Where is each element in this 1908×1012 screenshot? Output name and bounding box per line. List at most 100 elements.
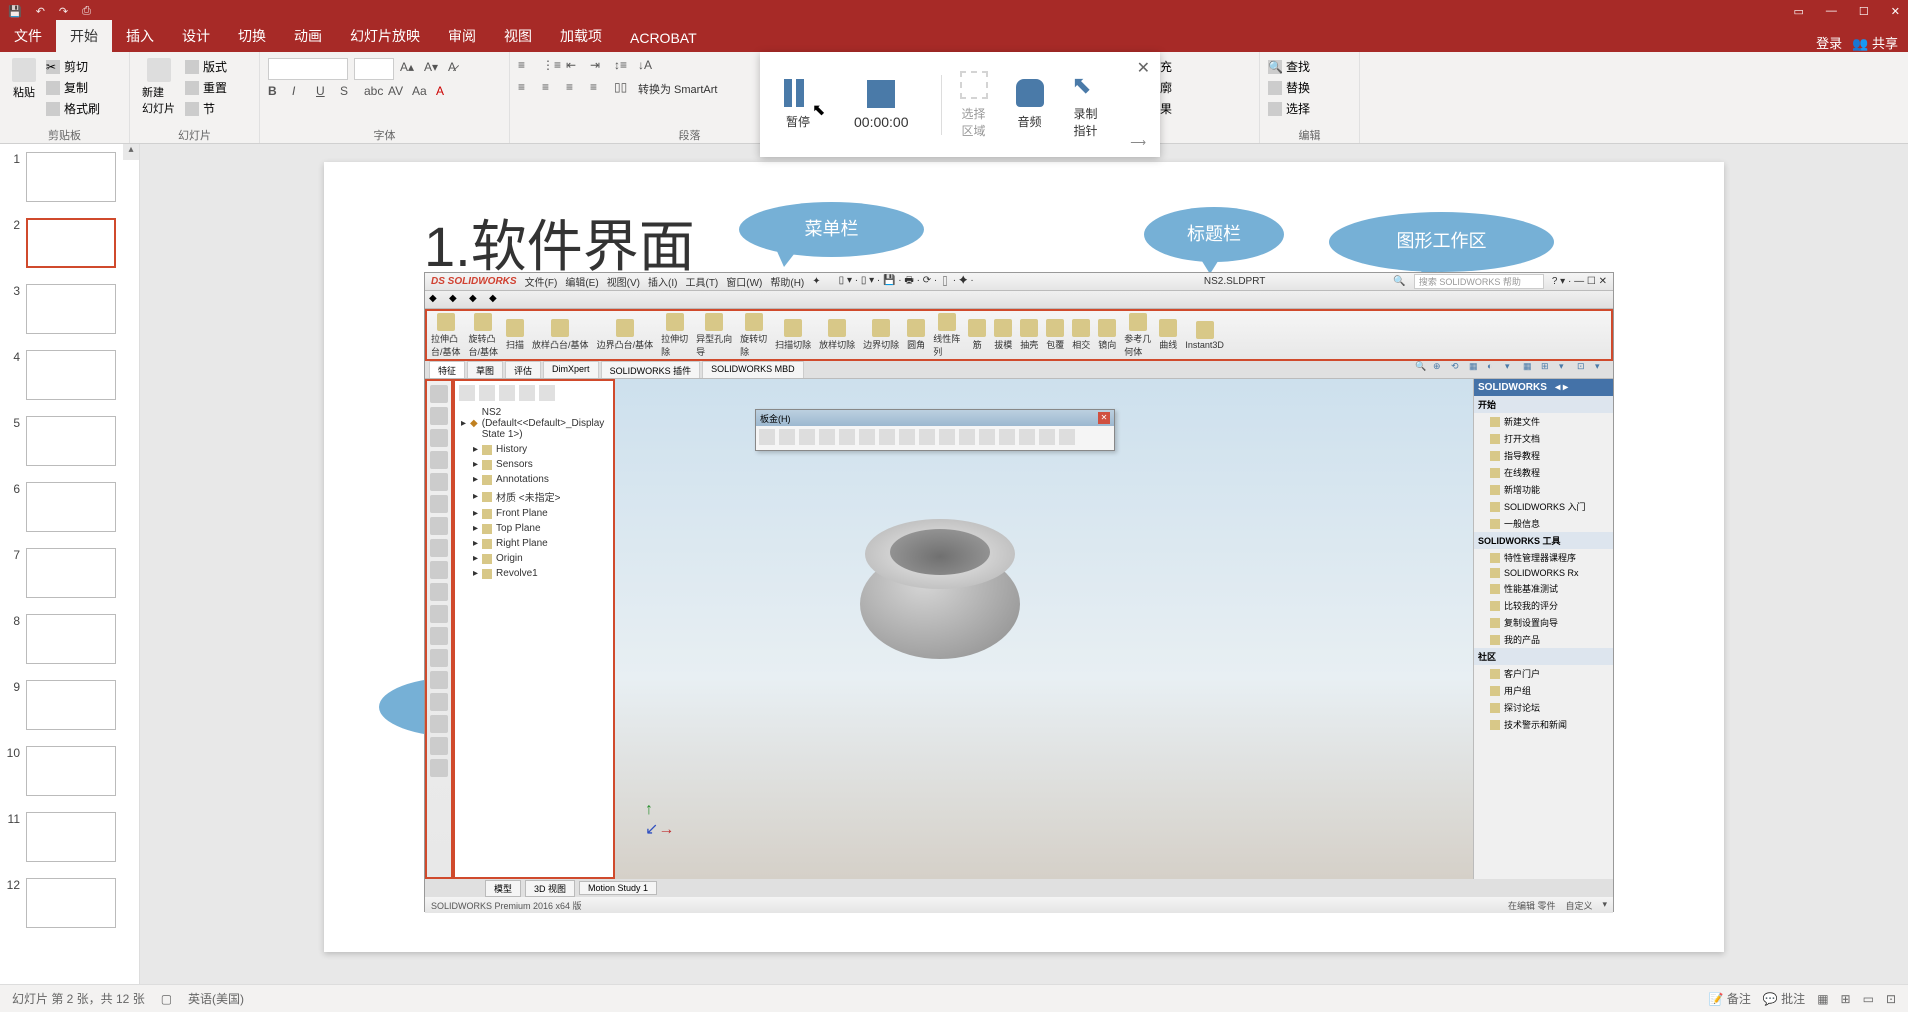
audio-button[interactable]: 音频 bbox=[1002, 71, 1058, 138]
slide-thumbnail-1[interactable]: 1 bbox=[0, 144, 139, 210]
decrease-font-icon[interactable]: A▾ bbox=[424, 60, 442, 78]
login-link[interactable]: 登录 bbox=[1816, 33, 1842, 52]
sw-feature-btn: 拉伸切 除 bbox=[661, 313, 688, 358]
slide-thumbnails-panel[interactable]: ▴ 123456789101112 bbox=[0, 144, 140, 984]
tab-design[interactable]: 设计 bbox=[168, 20, 224, 52]
record-pointer-button[interactable]: ⬉ 录制 指针 bbox=[1058, 63, 1114, 147]
language-indicator[interactable]: 英语(美国) bbox=[188, 990, 244, 1007]
callout-menubar[interactable]: 菜单栏 bbox=[739, 202, 924, 257]
bullets-icon[interactable]: ≡ bbox=[518, 58, 536, 76]
find-button[interactable]: 🔍查找 bbox=[1268, 58, 1351, 75]
slide-thumbnail-9[interactable]: 9 bbox=[0, 672, 139, 738]
slide-thumbnail-6[interactable]: 6 bbox=[0, 474, 139, 540]
sw-feature-toolbar: 拉伸凸 台/基体旋转凸 台/基体扫描放样凸台/基体边界凸台/基体拉伸切 除异型孔… bbox=[425, 309, 1613, 361]
decrease-indent-icon[interactable]: ⇤ bbox=[566, 58, 584, 76]
spacing-icon[interactable]: AV bbox=[388, 84, 406, 102]
sw-task-pane: SOLIDWORKS ◂ ▸ 开始 新建文件打开文档指导教程在线教程新增功能SO… bbox=[1473, 379, 1613, 879]
slide-thumbnail-10[interactable]: 10 bbox=[0, 738, 139, 804]
increase-font-icon[interactable]: A▴ bbox=[400, 60, 418, 78]
tab-review[interactable]: 审阅 bbox=[434, 20, 490, 52]
group-editing: 🔍查找 替换 选择 编辑 bbox=[1260, 52, 1360, 143]
sw-tree-node: ▸Revolve1 bbox=[459, 566, 609, 581]
callout-graphics[interactable]: 图形工作区 bbox=[1329, 212, 1554, 272]
numbering-icon[interactable]: ⋮≡ bbox=[542, 58, 560, 76]
quick-access-toolbar: 💾 ↶ ↷ ⎙ bbox=[8, 5, 91, 18]
italic-icon[interactable]: I bbox=[292, 84, 310, 102]
line-spacing-icon[interactable]: ↕≡ bbox=[614, 58, 632, 76]
slide-thumbnail-11[interactable]: 11 bbox=[0, 804, 139, 870]
underline-icon[interactable]: U bbox=[316, 84, 334, 102]
font-family-combo[interactable] bbox=[268, 58, 348, 80]
copy-button[interactable]: 复制 bbox=[46, 79, 100, 96]
tab-slideshow[interactable]: 幻灯片放映 bbox=[336, 20, 434, 52]
slide-canvas-area: 1.软件界面 菜单栏 标题栏 图形工作区 特征工具栏 任务窗口 浮动工具条 工具… bbox=[140, 144, 1908, 984]
align-left-icon[interactable]: ≡ bbox=[518, 80, 536, 98]
sw-feature-btn: 边界凸台/基体 bbox=[597, 319, 654, 351]
share-button[interactable]: 👥 共享 bbox=[1852, 33, 1898, 52]
increase-indent-icon[interactable]: ⇥ bbox=[590, 58, 608, 76]
justify-icon[interactable]: ≡ bbox=[590, 80, 608, 98]
shadow-icon[interactable]: abc bbox=[364, 84, 382, 102]
columns-icon[interactable]: ▯▯ bbox=[614, 80, 632, 98]
slide-thumbnail-2[interactable]: 2 bbox=[0, 210, 139, 276]
tab-home[interactable]: 开始 bbox=[56, 20, 112, 52]
tab-animations[interactable]: 动画 bbox=[280, 20, 336, 52]
maximize-icon[interactable]: ☐ bbox=[1859, 5, 1869, 18]
slide-thumbnail-8[interactable]: 8 bbox=[0, 606, 139, 672]
slideshow-icon[interactable]: ⎙ bbox=[82, 5, 91, 18]
undo-icon[interactable]: ↶ bbox=[36, 5, 45, 18]
comments-button[interactable]: 💬 批注 bbox=[1763, 990, 1805, 1007]
paste-button[interactable]: 粘贴 bbox=[8, 54, 40, 117]
close-icon[interactable]: ✕ bbox=[1891, 5, 1900, 18]
case-icon[interactable]: Aa bbox=[412, 84, 430, 102]
tab-insert[interactable]: 插入 bbox=[112, 20, 168, 52]
text-direction-icon[interactable]: ↓A bbox=[638, 58, 656, 76]
slide[interactable]: 1.软件界面 菜单栏 标题栏 图形工作区 特征工具栏 任务窗口 浮动工具条 工具… bbox=[324, 162, 1724, 952]
recording-close-button[interactable]: ✕ bbox=[1137, 58, 1150, 78]
slide-thumbnail-12[interactable]: 12 bbox=[0, 870, 139, 936]
tab-view[interactable]: 视图 bbox=[490, 20, 546, 52]
strike-icon[interactable]: S bbox=[340, 84, 358, 102]
slide-thumbnail-3[interactable]: 3 bbox=[0, 276, 139, 342]
sw-float-close-icon: ✕ bbox=[1098, 412, 1110, 424]
slideshow-view-icon[interactable]: ⊡ bbox=[1886, 992, 1896, 1006]
reset-button[interactable]: 重置 bbox=[185, 79, 227, 96]
select-button[interactable]: 选择 bbox=[1268, 100, 1351, 117]
clear-format-icon[interactable]: A̷ bbox=[448, 60, 466, 78]
expand-icon[interactable]: ⟶ bbox=[1130, 136, 1146, 149]
font-size-combo[interactable] bbox=[354, 58, 394, 80]
callout-titlebar[interactable]: 标题栏 bbox=[1144, 207, 1284, 262]
select-area-button[interactable]: 选择 区域 bbox=[946, 63, 1002, 147]
tab-file[interactable]: 文件 bbox=[0, 20, 56, 52]
font-color-icon[interactable]: A bbox=[436, 84, 454, 102]
pause-button[interactable]: 暂停 bbox=[770, 71, 826, 138]
tab-addins[interactable]: 加载项 bbox=[546, 20, 616, 52]
format-painter-button[interactable]: 格式刷 bbox=[46, 100, 100, 117]
notes-button[interactable]: 📝 备注 bbox=[1709, 990, 1751, 1007]
bold-icon[interactable]: B bbox=[268, 84, 286, 102]
align-right-icon[interactable]: ≡ bbox=[566, 80, 584, 98]
tab-acrobat[interactable]: ACROBAT bbox=[616, 24, 711, 52]
slide-thumbnail-4[interactable]: 4 bbox=[0, 342, 139, 408]
layout-button[interactable]: 版式 bbox=[185, 58, 227, 75]
sorter-view-icon[interactable]: ⊞ bbox=[1841, 992, 1851, 1006]
spellcheck-icon[interactable]: ▢ bbox=[161, 992, 172, 1006]
reading-view-icon[interactable]: ▭ bbox=[1863, 992, 1874, 1006]
slide-thumbnail-5[interactable]: 5 bbox=[0, 408, 139, 474]
tab-transitions[interactable]: 切换 bbox=[224, 20, 280, 52]
new-slide-button[interactable]: 新建 幻灯片 bbox=[138, 54, 179, 120]
save-icon[interactable]: 💾 bbox=[8, 5, 22, 18]
section-button[interactable]: 节 bbox=[185, 100, 227, 117]
align-center-icon[interactable]: ≡ bbox=[542, 80, 560, 98]
cut-button[interactable]: ✂剪切 bbox=[46, 58, 100, 75]
normal-view-icon[interactable]: ▦ bbox=[1817, 992, 1828, 1006]
slide-thumbnail-7[interactable]: 7 bbox=[0, 540, 139, 606]
redo-icon[interactable]: ↷ bbox=[59, 5, 68, 18]
replace-button[interactable]: 替换 bbox=[1268, 79, 1351, 96]
ribbon-options-icon[interactable]: ▭ bbox=[1794, 5, 1804, 18]
scroll-up-icon[interactable]: ▴ bbox=[123, 144, 139, 160]
stop-button[interactable]: 00:00:00 bbox=[826, 72, 937, 138]
minimize-icon[interactable]: — bbox=[1826, 5, 1837, 18]
smartart-button[interactable]: 转换为 SmartArt bbox=[638, 81, 717, 97]
main-area: ▴ 123456789101112 1.软件界面 菜单栏 标题栏 图形工作区 特… bbox=[0, 144, 1908, 984]
